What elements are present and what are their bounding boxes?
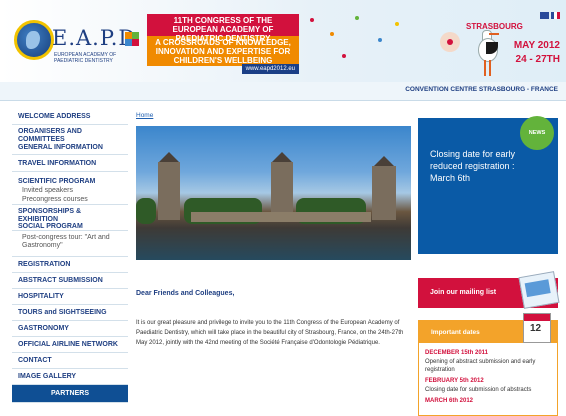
date-item-1: DECEMBER 15th 2011: [425, 350, 489, 356]
french-flag-icon[interactable]: [551, 12, 560, 19]
important-dates-box: Important dates 12 DECEMBER 15th 2011 Op…: [418, 313, 558, 416]
sidebar-item-gastronomy[interactable]: GASTRONOMY: [12, 321, 128, 337]
sidebar-item-organisers[interactable]: ORGANISERS AND COMMITTEES GENERAL INFORM…: [12, 125, 128, 155]
sidebar-item-registration[interactable]: REGISTRATION: [12, 257, 128, 273]
eapd-logo[interactable]: E.A.P.D EUROPEAN ACADEMY OF PAEDIATRIC D…: [8, 18, 139, 70]
congress-url[interactable]: www.eapd2012.eu: [241, 64, 299, 74]
event-month: MAY 2012: [513, 40, 560, 51]
breadcrumb-home-link[interactable]: Home: [136, 112, 153, 119]
globe-icon: [14, 20, 54, 60]
news-box[interactable]: NEWS Closing date for early reduced regi…: [418, 116, 558, 254]
sidebar-item-contact[interactable]: CONTACT: [12, 353, 128, 369]
right-column: NEWS Closing date for early reduced regi…: [418, 108, 560, 416]
venue-bar: CONVENTION CENTRE STRASBOURG - FRANCE: [0, 82, 566, 101]
sidebar-item-image-gallery[interactable]: IMAGE GALLERY: [12, 369, 128, 385]
sidebar-item-hospitality[interactable]: HOSPITALITY: [12, 289, 128, 305]
event-days: 24 - 27TH: [515, 54, 560, 65]
sidebar-item-airline-network[interactable]: OFFICIAL AIRLINE NETWORK: [12, 337, 128, 353]
uk-flag-icon[interactable]: [540, 12, 549, 19]
header-banner: E.A.P.D EUROPEAN ACADEMY OF PAEDIATRIC D…: [0, 0, 566, 82]
date-item-2: FEBRUARY 5th 2012: [425, 378, 484, 384]
calendar-icon: 12: [523, 313, 551, 343]
sidebar-item-welcome-address[interactable]: WELCOME ADDRESS: [12, 108, 128, 125]
envelope-icon: [518, 271, 560, 309]
sidebar-item-tours[interactable]: TOURS and SIGHTSEEING: [12, 305, 128, 321]
important-dates-title: Important dates: [431, 329, 480, 336]
date-desc-1: Opening of abstract submission and early…: [425, 359, 536, 373]
important-dates-list: DECEMBER 15th 2011 Opening of abstract s…: [425, 349, 553, 406]
congress-tagline: A CROSSROADS OF KNOWLEDGE, INNOVATION AN…: [147, 36, 299, 66]
child-face-icon: [440, 32, 460, 52]
congress-banner: 11TH CONGRESS OF THE EUROPEAN ACADEMY OF…: [147, 14, 299, 76]
language-flags[interactable]: [540, 12, 560, 19]
sidebar-item-abstract-submission[interactable]: ABSTRACT SUBMISSION: [12, 273, 128, 289]
mailing-list-button[interactable]: Join our mailing list: [418, 271, 560, 309]
date-desc-2: Closing date for submission of abstracts: [425, 387, 532, 393]
sidebar-item-scientific-program[interactable]: SCIENTIFIC PROGRAM Invited speakers Prec…: [12, 172, 128, 205]
sidebar-item-partners[interactable]: PARTNERS: [12, 385, 128, 403]
page: E.A.P.D EUROPEAN ACADEMY OF PAEDIATRIC D…: [0, 0, 566, 416]
mailing-list-label: Join our mailing list: [430, 289, 497, 296]
news-text: Closing date for early reduced registrat…: [430, 149, 516, 183]
stork-icon: [470, 30, 504, 78]
sidebar-nav: WELCOME ADDRESS ORGANISERS AND COMMITTEE…: [12, 108, 128, 416]
logo-squares-icon: [125, 32, 139, 46]
logo-subtitle: EUROPEAN ACADEMY OF PAEDIATRIC DENTISTRY: [54, 52, 117, 64]
intro-paragraph: It is our great pleasure and privilege t…: [136, 320, 404, 346]
sidebar-sub-precongress-courses[interactable]: Precongress courses: [18, 195, 122, 204]
decorative-dots: [300, 8, 410, 68]
congress-title: 11TH CONGRESS OF THE EUROPEAN ACADEMY OF…: [147, 14, 299, 43]
sidebar-item-post-congress-tour[interactable]: Post-congress tour: "Art and Gastronomy": [12, 231, 128, 257]
strasbourg-photo: [136, 126, 411, 260]
sidebar-sub-invited-speakers[interactable]: Invited speakers: [18, 186, 122, 195]
sidebar-item-travel-information[interactable]: TRAVEL INFORMATION: [12, 155, 128, 172]
sidebar-item-sponsorships[interactable]: SPONSORSHIPS & EXHIBITION SOCIAL PROGRAM: [12, 205, 128, 231]
date-item-3: MARCH 6th 2012: [425, 398, 474, 404]
main-content: Home Dear Friends and Colleagues, It is …: [136, 108, 412, 416]
logo-text: E.A.P.D: [52, 26, 137, 50]
venue-label: CONVENTION CENTRE STRASBOURG - FRANCE: [405, 86, 558, 93]
greeting-heading: Dear Friends and Colleagues,: [136, 290, 235, 297]
news-badge: NEWS: [520, 116, 554, 150]
